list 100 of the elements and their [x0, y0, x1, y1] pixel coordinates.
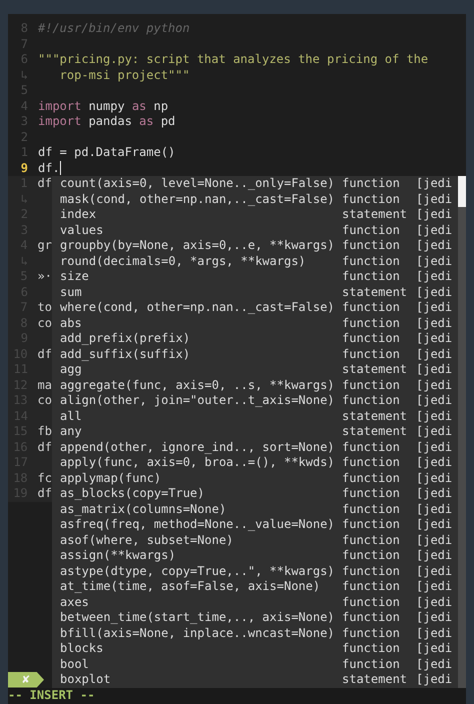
completion-item[interactable]: any statement [jedi: [52, 424, 458, 440]
completion-name: applymap(func): [59, 470, 162, 486]
completion-name: blocks: [59, 641, 104, 656]
completion-kind: function: [342, 594, 401, 610]
completion-kind: function: [342, 564, 401, 579]
completion-item[interactable]: size function [jedi: [52, 269, 458, 284]
completion-item[interactable]: where(cond, other=np.nan.._cast=False) function [jedi: [52, 300, 458, 316]
completion-item[interactable]: bool function [jedi: [52, 656, 458, 672]
completion-item[interactable]: at_time(time, asof=False, axis=None) function [jedi: [52, 579, 458, 594]
completion-item[interactable]: values function [jedi: [52, 222, 458, 238]
completion-kind: function: [342, 300, 401, 316]
completion-name: index: [59, 207, 98, 222]
completion-kind: statement: [342, 672, 408, 688]
completion-kind: function: [342, 192, 401, 207]
completion-item[interactable]: asfreq(freq, method=None.._value=None) function [jedi: [52, 517, 458, 532]
completion-item[interactable]: add_prefix(prefix) function [jedi: [52, 331, 458, 346]
completion-item[interactable]: aggregate(func, axis=0, ..s, **kwargs) function [jedi: [52, 378, 458, 393]
completion-item[interactable]: boxplot statement [jedi: [52, 672, 458, 688]
completion-source: [jedi: [416, 269, 452, 284]
code-text: gr: [38, 238, 52, 254]
completion-source: [jedi: [416, 579, 452, 594]
completion-item[interactable]: as_matrix(columns=None) function [jedi: [52, 502, 458, 517]
code-text: import: [38, 98, 82, 114]
code-text: df = pd.DataFrame(): [38, 145, 176, 160]
completion-kind: statement: [342, 362, 408, 378]
completion-name: aggregate(func, axis=0, ..s, **kwargs): [59, 378, 336, 393]
completion-item[interactable]: agg statement [jedi: [52, 362, 458, 378]
completion-source: [jedi: [416, 192, 452, 207]
code-text: pandas: [88, 114, 133, 130]
completion-item[interactable]: bfill(axis=None, inplace..wncast=None) function [jedi: [52, 626, 458, 641]
completion-name: bfill(axis=None, inplace..wncast=None): [59, 626, 336, 641]
completion-source: [jedi: [416, 346, 452, 362]
completion-source: [jedi: [416, 300, 452, 316]
completion-name: assign(**kwargs): [59, 548, 177, 564]
completion-source: [jedi: [416, 532, 452, 548]
code-text: as: [132, 98, 146, 114]
completion-name: bool: [59, 656, 90, 672]
code-text: np: [152, 98, 168, 114]
completion-kind: function: [342, 331, 401, 346]
completion-name: groupby(by=None, axis=0,..e, **kwargs): [59, 238, 336, 254]
completion-source: [jedi: [416, 594, 452, 610]
completion-kind: function: [342, 532, 401, 548]
completion-item[interactable]: between_time(start_time,.., axis=None) function [jedi: [52, 610, 458, 626]
completion-name: astype(dtype, copy=True,..", **kwargs): [59, 564, 336, 579]
completion-item[interactable]: assign(**kwargs) function [jedi: [52, 548, 458, 564]
completion-item[interactable]: axes function [jedi: [52, 594, 458, 610]
completion-name: align(other, join="outer..t_axis=None): [59, 393, 336, 408]
completion-item[interactable]: abs function [jedi: [52, 316, 458, 331]
code-text: co: [38, 393, 52, 408]
completion-kind: function: [342, 470, 401, 486]
completion-name: at_time(time, asof=False, axis=None): [59, 579, 322, 594]
code-text: #!/usr/bin/env python: [38, 21, 190, 36]
completion-kind: function: [342, 393, 401, 408]
code-text: df: [38, 440, 52, 455]
completion-item[interactable]: groupby(by=None, axis=0,..e, **kwargs) function [jedi: [52, 238, 458, 254]
code-text: fc: [38, 470, 52, 486]
completion-item[interactable]: astype(dtype, copy=True,..", **kwargs) function [jedi: [52, 564, 458, 579]
code-text: to: [38, 300, 52, 316]
completion-item[interactable]: blocks function [jedi: [52, 641, 458, 656]
completion-source: [jedi: [416, 548, 452, 564]
completion-name: as_blocks(copy=True): [59, 486, 206, 502]
completion-source: [jedi: [416, 470, 452, 486]
completion-kind: function: [342, 548, 401, 564]
completion-source: [jedi: [416, 440, 452, 455]
completion-item[interactable]: round(decimals=0, *args, **kwargs) function [jedi: [52, 254, 458, 269]
completion-source: [jedi: [416, 641, 452, 656]
code-text: df: [38, 486, 52, 502]
completion-name: abs: [59, 316, 83, 331]
completion-item[interactable]: align(other, join="outer..t_axis=None) function [jedi: [52, 393, 458, 408]
completion-kind: function: [342, 269, 401, 284]
completion-kind: function: [342, 316, 401, 331]
completion-name: asfreq(freq, method=None.._value=None): [59, 517, 336, 532]
code-text: rop-msi project""": [58, 68, 190, 83]
completion-kind: statement: [342, 424, 408, 440]
completion-source: [jedi: [416, 486, 452, 502]
code-text: ma: [38, 378, 52, 393]
completion-item[interactable]: asof(where, subset=None) function [jedi: [52, 532, 458, 548]
completion-kind: statement: [342, 207, 408, 222]
line-number: 9: [20, 160, 29, 176]
completion-item[interactable]: apply(func, axis=0, broa..=(), **kwds) function [jedi: [52, 455, 458, 470]
completion-source: [jedi: [416, 626, 452, 641]
completion-name: sum: [59, 284, 83, 300]
completion-item[interactable]: applymap(func) function [jedi: [52, 470, 458, 486]
completion-source: [jedi: [416, 455, 452, 470]
completion-item[interactable]: add_suffix(suffix) function [jedi: [52, 346, 458, 362]
code-text: »·: [38, 269, 52, 284]
completion-item[interactable]: sum statement [jedi: [52, 284, 458, 300]
scrollbar-thumb[interactable]: [458, 176, 466, 207]
completion-kind: function: [342, 641, 401, 656]
completion-item[interactable]: all statement [jedi: [52, 408, 458, 424]
completion-item[interactable]: mask(cond, other=np.nan,.._cast=False) function [jedi: [52, 192, 458, 207]
completion-name: where(cond, other=np.nan.._cast=False): [59, 300, 336, 316]
completion-item[interactable]: as_blocks(copy=True) function [jedi: [52, 486, 458, 502]
completion-source: [jedi: [416, 284, 452, 300]
completion-item[interactable]: count(axis=0, level=None.._only=False) function [jedi: [52, 176, 458, 192]
completion-name: apply(func, axis=0, broa..=(), **kwds): [59, 455, 336, 470]
mode-indicator: -- INSERT --: [8, 688, 95, 704]
completion-item[interactable]: append(other, ignore_ind.., sort=None) function [jedi: [52, 440, 458, 455]
completion-item[interactable]: index statement [jedi: [52, 207, 458, 222]
completion-source: [jedi: [416, 610, 452, 626]
